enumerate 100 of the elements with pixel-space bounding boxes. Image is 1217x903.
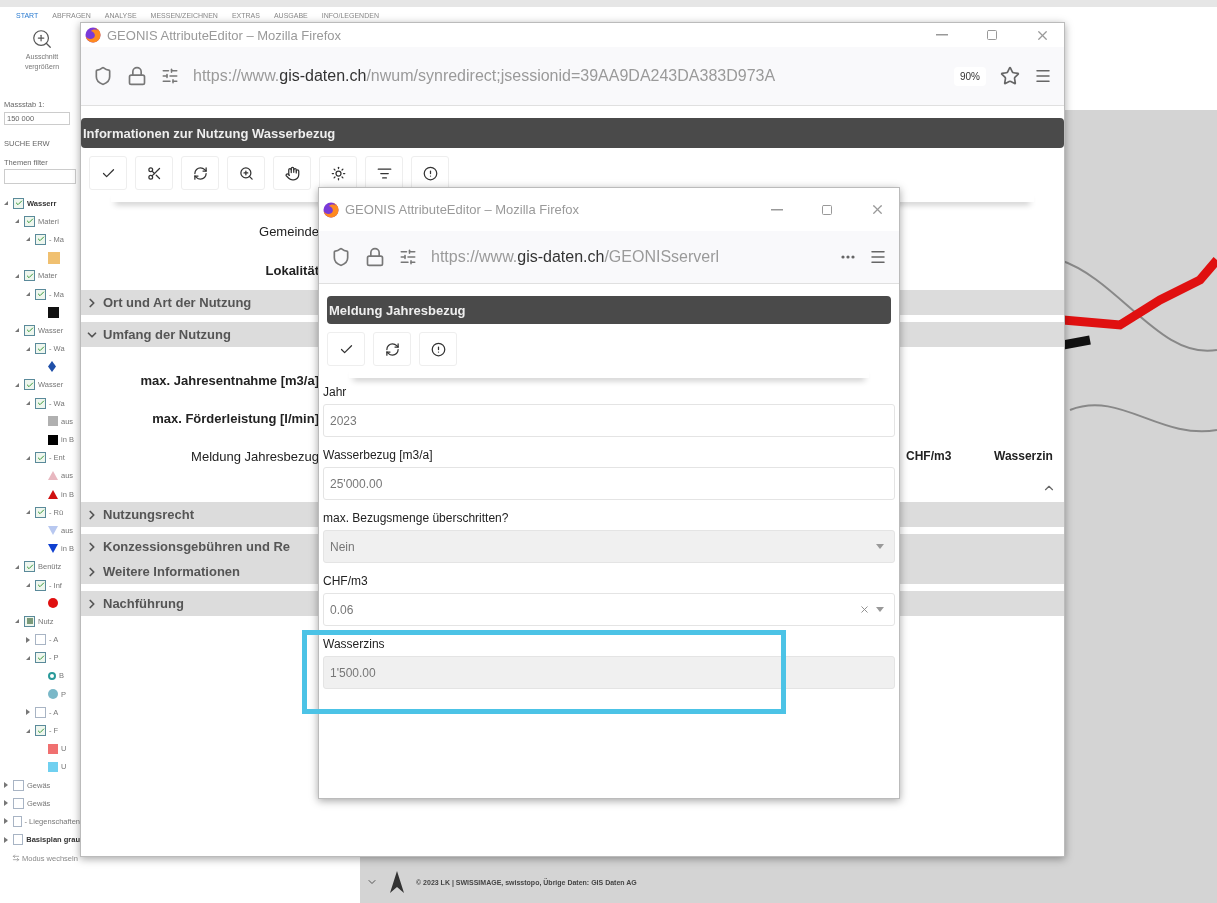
bookmark-button[interactable] xyxy=(1000,66,1020,86)
expander-icon[interactable] xyxy=(26,237,30,242)
checkbox[interactable] xyxy=(13,815,22,827)
column-header: CHF/m3 xyxy=(906,449,953,463)
maximize-icon xyxy=(821,203,833,216)
expander-icon[interactable] xyxy=(15,619,19,624)
menu-icon xyxy=(1034,67,1052,85)
expander-icon[interactable] xyxy=(4,800,8,807)
dropdown-field[interactable]: 0.06 xyxy=(323,593,895,626)
checkbox[interactable] xyxy=(35,343,46,355)
checkbox[interactable] xyxy=(35,725,46,737)
input-field[interactable]: 25'000.00 xyxy=(323,467,895,500)
minimize-icon xyxy=(771,208,783,211)
maximize-icon xyxy=(986,29,998,41)
toolbar-button[interactable] xyxy=(419,332,457,366)
caret-down-icon[interactable] xyxy=(876,607,884,612)
field-label: Wasserbezug [m3/a] xyxy=(323,447,434,464)
field-label: Lokalität xyxy=(264,262,319,278)
checkbox[interactable] xyxy=(13,197,24,209)
expander-icon[interactable] xyxy=(26,455,30,460)
expander-icon[interactable] xyxy=(26,728,30,733)
filter-field[interactable] xyxy=(4,169,76,184)
expander-icon[interactable] xyxy=(4,201,8,206)
checkbox[interactable] xyxy=(35,506,46,518)
zoom-in-icon xyxy=(31,28,53,50)
permissions-icon[interactable] xyxy=(399,248,417,266)
url-field[interactable]: https://www.gis-daten.ch/nwum/synredirect;jsessionid=39AA9DA243DA383D973A xyxy=(193,67,940,85)
star-icon xyxy=(1000,66,1020,86)
expander-icon[interactable] xyxy=(15,328,19,333)
expander-icon[interactable] xyxy=(26,292,30,297)
more-button[interactable] xyxy=(841,255,855,259)
toolbar-button[interactable] xyxy=(181,156,219,190)
firefox-logo-icon xyxy=(323,201,339,218)
expander-icon[interactable] xyxy=(15,273,19,278)
expander-icon[interactable] xyxy=(26,401,30,406)
expander-icon[interactable] xyxy=(4,818,8,825)
field-label: Meldung Jahresbezug xyxy=(190,448,319,464)
field-label: Gemeinde xyxy=(258,223,319,239)
caret-down-icon[interactable] xyxy=(876,544,884,549)
toolbar-button[interactable] xyxy=(135,156,173,190)
north-arrow-icon xyxy=(390,871,404,893)
alert-icon xyxy=(430,341,446,357)
toolbar-button[interactable] xyxy=(319,156,357,190)
checkbox[interactable] xyxy=(24,270,35,282)
toolbar-button[interactable] xyxy=(227,156,265,190)
expander-icon[interactable] xyxy=(26,583,30,588)
checkbox[interactable] xyxy=(35,634,46,646)
window-title: GEONIS AttributeEditor – Mozilla Firefox xyxy=(345,202,581,217)
checkbox[interactable] xyxy=(24,615,35,627)
lock-icon[interactable] xyxy=(127,66,147,86)
firefox-logo-icon xyxy=(85,27,101,43)
checkbox[interactable] xyxy=(13,834,24,846)
checkbox[interactable] xyxy=(35,233,46,245)
menu-icon xyxy=(869,248,887,266)
lock-icon[interactable] xyxy=(365,247,385,267)
checkbox[interactable] xyxy=(35,288,46,300)
menu-button[interactable] xyxy=(869,248,887,266)
field-label: Jahr xyxy=(323,384,348,401)
checkbox[interactable] xyxy=(35,652,46,664)
expander-icon[interactable] xyxy=(26,346,30,351)
form-header: Meldung Jahresbezug xyxy=(327,296,891,324)
field-label: max. Bezugsmenge überschritten? xyxy=(323,510,510,527)
expander-icon[interactable] xyxy=(26,655,30,660)
field-label: Wasserzins xyxy=(323,636,386,653)
toolbar-button[interactable] xyxy=(373,332,411,366)
checkbox[interactable] xyxy=(24,379,35,391)
checkbox[interactable] xyxy=(24,215,35,227)
checkbox[interactable] xyxy=(35,397,46,409)
expander-icon[interactable] xyxy=(4,782,8,789)
checkbox[interactable] xyxy=(24,561,35,573)
menu-button[interactable] xyxy=(1034,67,1052,85)
checkbox[interactable] xyxy=(24,324,35,336)
dropdown-field[interactable]: Nein xyxy=(323,530,895,563)
input-field[interactable]: 2023 xyxy=(323,404,895,437)
list-filter-icon xyxy=(376,165,392,181)
shield-icon[interactable] xyxy=(331,247,351,267)
expander-icon[interactable] xyxy=(15,219,19,224)
expander-icon[interactable] xyxy=(15,564,19,569)
clear-icon[interactable] xyxy=(859,604,870,615)
checkbox[interactable] xyxy=(13,797,24,809)
toolbar-button[interactable] xyxy=(411,156,449,190)
minimize-icon xyxy=(936,34,948,36)
expander-icon[interactable] xyxy=(26,510,30,515)
checkbox[interactable] xyxy=(35,579,46,591)
expander-icon[interactable] xyxy=(26,636,30,643)
checkbox[interactable] xyxy=(13,779,24,791)
checkbox[interactable] xyxy=(35,706,46,718)
expander-icon[interactable] xyxy=(26,709,30,716)
refresh-icon xyxy=(384,341,400,357)
expander-icon[interactable] xyxy=(15,382,19,387)
column-header: Wasserzin xyxy=(994,449,1054,463)
toolbar-button[interactable] xyxy=(273,156,311,190)
zoom-badge[interactable]: 90% xyxy=(954,66,986,86)
checkbox[interactable] xyxy=(35,452,46,464)
expander-icon[interactable] xyxy=(4,836,8,843)
hand-icon xyxy=(284,165,300,181)
alert-icon xyxy=(422,165,438,181)
shield-icon[interactable] xyxy=(93,66,113,86)
form-header: Informationen zur Nutzung Wasserbezug xyxy=(81,118,1064,148)
permissions-icon[interactable] xyxy=(161,67,179,85)
